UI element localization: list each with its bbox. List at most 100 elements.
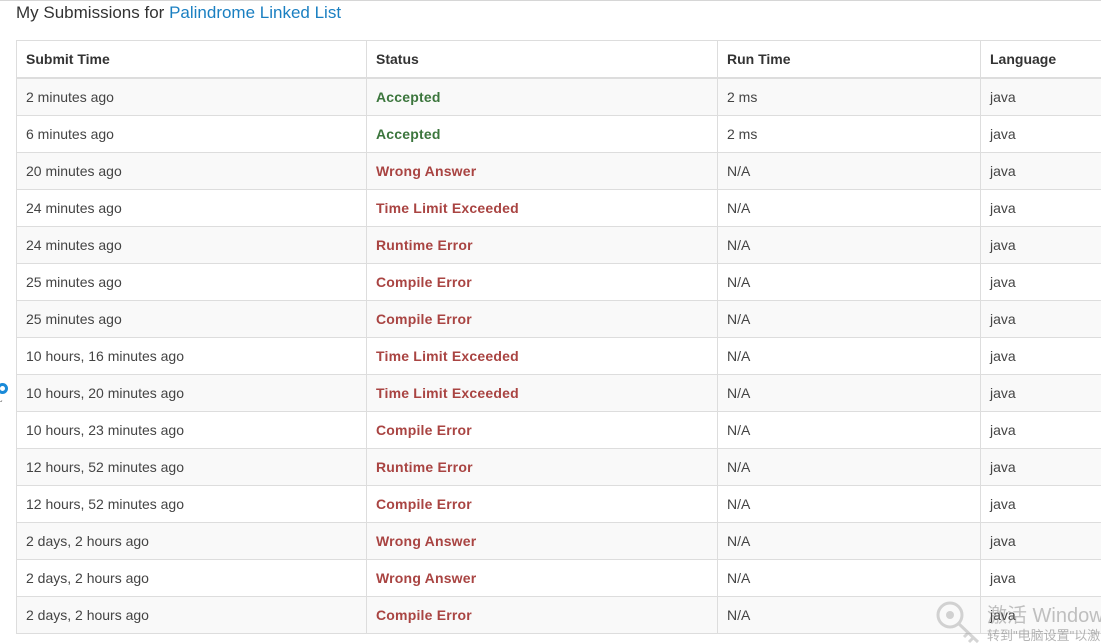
run-time-cell: N/A: [717, 263, 981, 301]
header-run-time: Run Time: [717, 40, 981, 79]
table-header-row: Submit Time Status Run Time Language: [16, 40, 1101, 79]
submit-time-cell: 25 minutes ago: [16, 300, 367, 338]
status-cell: Time Limit Exceeded: [366, 374, 718, 412]
status-cell: Compile Error: [366, 596, 718, 634]
language-cell: java: [980, 263, 1101, 301]
table-row: 10 hours, 23 minutes ago Compile Error N/A…: [16, 411, 1101, 449]
submit-time-cell: 10 hours, 20 minutes ago: [16, 374, 367, 412]
page-title-prefix: My Submissions for: [16, 3, 165, 22]
language-cell: java: [980, 559, 1101, 597]
status-link[interactable]: Compile Error: [376, 496, 472, 512]
status-link[interactable]: Time Limit Exceeded: [376, 200, 519, 216]
run-time-cell: N/A: [717, 337, 981, 375]
submit-time-cell: 20 minutes ago: [16, 152, 367, 190]
run-time-cell: N/A: [717, 448, 981, 486]
circle-marker-icon: [0, 383, 8, 394]
submit-time-cell: 25 minutes ago: [16, 263, 367, 301]
language-cell: java: [980, 226, 1101, 264]
table-row: 24 minutes ago Time Limit Exceeded N/A java: [16, 189, 1101, 227]
run-time-cell: N/A: [717, 300, 981, 338]
table-row: 25 minutes ago Compile Error N/A java: [16, 263, 1101, 301]
status-link[interactable]: Time Limit Exceeded: [376, 348, 519, 364]
language-cell: java: [980, 411, 1101, 449]
run-time-cell: N/A: [717, 226, 981, 264]
language-cell: java: [980, 300, 1101, 338]
run-time-cell: N/A: [717, 522, 981, 560]
run-time-cell: N/A: [717, 559, 981, 597]
submit-time-cell: 2 days, 2 hours ago: [16, 522, 367, 560]
status-cell: Compile Error: [366, 263, 718, 301]
run-time-cell: N/A: [717, 374, 981, 412]
status-cell: Time Limit Exceeded: [366, 337, 718, 375]
status-link[interactable]: Compile Error: [376, 311, 472, 327]
status-link[interactable]: Compile Error: [376, 274, 472, 290]
run-time-cell: N/A: [717, 189, 981, 227]
status-cell: Compile Error: [366, 485, 718, 523]
table-row: 2 days, 2 hours ago Wrong Answer N/A java: [16, 522, 1101, 560]
status-cell: Time Limit Exceeded: [366, 189, 718, 227]
language-cell: java: [980, 485, 1101, 523]
status-cell: Accepted: [366, 77, 718, 116]
submit-time-cell: 24 minutes ago: [16, 226, 367, 264]
language-cell: java: [980, 374, 1101, 412]
status-link[interactable]: Runtime Error: [376, 459, 473, 475]
status-link[interactable]: Compile Error: [376, 422, 472, 438]
run-time-cell: 2 ms: [717, 77, 981, 116]
table-row: 10 hours, 20 minutes ago Time Limit Excee…: [16, 374, 1101, 412]
run-time-cell: N/A: [717, 152, 981, 190]
status-cell: Runtime Error: [366, 226, 718, 264]
side-marker-tail: ᵕ: [0, 396, 3, 406]
status-link[interactable]: Accepted: [376, 126, 441, 142]
table-body: 2 minutes ago Accepted 2 ms java 6 minutes a…: [16, 77, 1101, 634]
table-row: 24 minutes ago Runtime Error N/A java: [16, 226, 1101, 264]
header-submit-time: Submit Time: [16, 40, 367, 79]
run-time-cell: N/A: [717, 596, 981, 634]
status-link[interactable]: Runtime Error: [376, 237, 473, 253]
status-cell: Wrong Answer: [366, 559, 718, 597]
header-language: Language: [980, 40, 1101, 79]
problem-link[interactable]: Palindrome Linked List: [169, 3, 341, 22]
status-cell: Compile Error: [366, 300, 718, 338]
submissions-table-container: Submit Time Status Run Time Language 2 m…: [16, 40, 1101, 634]
submit-time-cell: 12 hours, 52 minutes ago: [16, 448, 367, 486]
language-cell: java: [980, 337, 1101, 375]
status-link[interactable]: Compile Error: [376, 607, 472, 623]
status-cell: Compile Error: [366, 411, 718, 449]
language-cell: java: [980, 596, 1101, 634]
status-link[interactable]: Accepted: [376, 89, 441, 105]
submit-time-cell: 2 days, 2 hours ago: [16, 596, 367, 634]
submit-time-cell: 2 minutes ago: [16, 77, 367, 116]
table-row: 10 hours, 16 minutes ago Time Limit Excee…: [16, 337, 1101, 375]
submissions-table: Submit Time Status Run Time Language 2 m…: [16, 40, 1101, 634]
table-row: 2 minutes ago Accepted 2 ms java: [16, 77, 1101, 116]
run-time-cell: 2 ms: [717, 115, 981, 153]
status-cell: Wrong Answer: [366, 152, 718, 190]
table-row: 25 minutes ago Compile Error N/A java: [16, 300, 1101, 338]
language-cell: java: [980, 448, 1101, 486]
header-status: Status: [366, 40, 718, 79]
table-row: 12 hours, 52 minutes ago Compile Error N/A…: [16, 485, 1101, 523]
table-row: 2 days, 2 hours ago Wrong Answer N/A java: [16, 559, 1101, 597]
submit-time-cell: 10 hours, 23 minutes ago: [16, 411, 367, 449]
language-cell: java: [980, 115, 1101, 153]
run-time-cell: N/A: [717, 485, 981, 523]
table-row: 12 hours, 52 minutes ago Runtime Error N/A…: [16, 448, 1101, 486]
status-cell: Wrong Answer: [366, 522, 718, 560]
submit-time-cell: 12 hours, 52 minutes ago: [16, 485, 367, 523]
language-cell: java: [980, 152, 1101, 190]
language-cell: java: [980, 189, 1101, 227]
submit-time-cell: 10 hours, 16 minutes ago: [16, 337, 367, 375]
status-link[interactable]: Wrong Answer: [376, 163, 476, 179]
top-divider: [0, 0, 1101, 1]
language-cell: java: [980, 522, 1101, 560]
status-link[interactable]: Wrong Answer: [376, 533, 476, 549]
table-row: 6 minutes ago Accepted 2 ms java: [16, 115, 1101, 153]
table-row: 2 days, 2 hours ago Compile Error N/A java: [16, 596, 1101, 634]
language-cell: java: [980, 77, 1101, 116]
run-time-cell: N/A: [717, 411, 981, 449]
status-link[interactable]: Time Limit Exceeded: [376, 385, 519, 401]
page-title: My Submissions for Palindrome Linked Lis…: [16, 3, 341, 23]
status-cell: Accepted: [366, 115, 718, 153]
status-link[interactable]: Wrong Answer: [376, 570, 476, 586]
submit-time-cell: 2 days, 2 hours ago: [16, 559, 367, 597]
